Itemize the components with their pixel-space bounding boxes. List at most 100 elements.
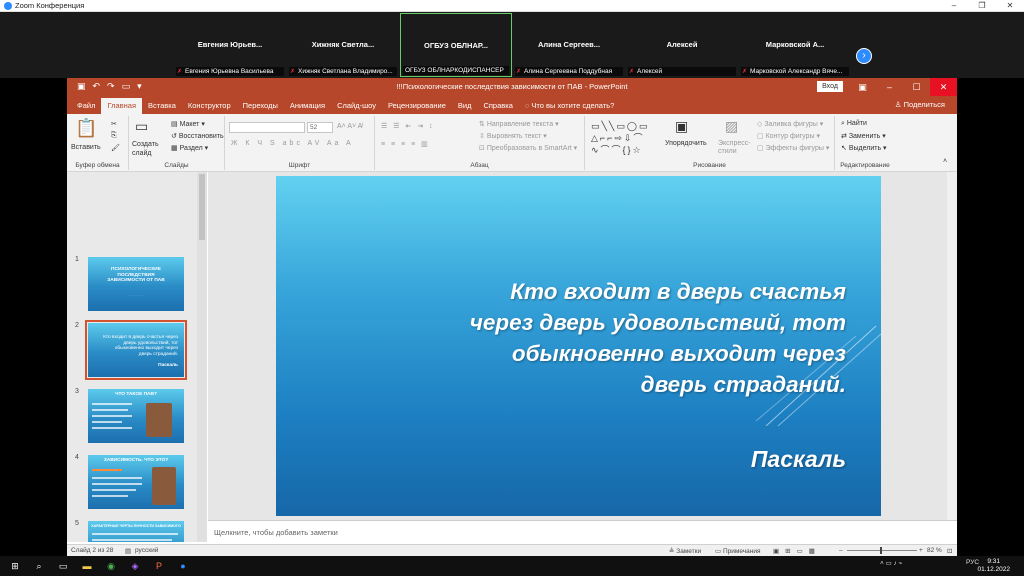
font-grow-shrink-icon[interactable]: A˄ A˅ A̸ [337,123,362,130]
font-size-field[interactable]: 52 [307,122,333,133]
zoom-level[interactable]: 82 % [927,547,942,554]
tell-me-search[interactable]: ◌ Что вы хотите сделать? [519,98,620,114]
chevron-right-icon[interactable]: › [856,48,872,64]
slide-thumbnail[interactable]: ЧТО ТАКОЕ ПАВ? [88,389,184,443]
tab-file[interactable]: Файл [71,98,101,114]
font-style-buttons[interactable]: Ж К Ч S abc AV Aa A [231,140,354,147]
quick-styles-button[interactable]: Экспресс-стили [718,140,758,156]
powerpoint-taskbar-icon[interactable]: P [152,559,166,573]
thumb-text-line [92,409,128,411]
thumb-image [146,403,172,437]
participant-tile[interactable]: Алина Сергеев... Алина Сергеевна Поддубн… [513,13,625,77]
minimize-icon[interactable]: – [876,78,903,96]
align-text-button[interactable]: ⇳ Выровнять текст ▾ [479,132,547,140]
participant-tile[interactable]: Марковской А... Марковской Александр Вяч… [739,13,851,77]
participant-tile[interactable]: Евгения Юрьев... Евгения Юрьевна Василье… [174,13,286,77]
group-label: Редактирование [840,162,890,169]
notes-toggle[interactable]: ≜ Заметки [669,547,701,555]
arrange-button[interactable]: Упорядочить [665,140,707,147]
copy-icon[interactable]: ⎘ [111,132,117,140]
slide-thumbnail[interactable]: ХАРАКТЕРНЫЕ ЧЕРТЫ ЛИЧНОСТИ ЗАВИСИМОГО [88,521,184,542]
slide-thumbnail-selected[interactable]: Кто входит в дверь счастья через дверь у… [85,320,187,380]
align-buttons[interactable]: ≡ ≡ ≡ ≡ ▥ [381,140,430,148]
reset-button[interactable]: ↺ Восстановить [171,132,224,140]
spellcheck-icon[interactable]: ▤ [125,547,131,555]
shapes-gallery[interactable]: ▭╲╲▭◯▭ △⌐⌐⇨⇩⌒ ∿⌒⌒{}☆ [591,120,663,156]
replace-button[interactable]: ⇄ Заменить ▾ [841,132,886,140]
new-slide-icon[interactable]: ▭ [135,118,148,135]
paste-button[interactable]: Вставить [71,144,101,151]
zoom-taskbar-icon[interactable]: ● [176,559,190,573]
cut-icon[interactable]: ✂ [111,120,117,128]
tab-home[interactable]: Главная [101,98,142,114]
tab-help[interactable]: Справка [477,98,518,114]
search-icon[interactable]: ⌕ [32,559,46,573]
close-icon[interactable]: ✕ [930,78,957,96]
participant-tile[interactable]: Хижняк Светла... Хижняк Светлана Владими… [287,13,399,77]
fit-slide-icon[interactable]: ⊡ [947,547,952,555]
arrange-icon[interactable]: ▣ [675,118,688,135]
participant-tile-active-speaker[interactable]: ОГБУЗ ОБЛНАР... ОГБУЗ ОБЛНАРКОДИСПАНСЕР [400,13,512,77]
app-icon[interactable]: ◈ [128,559,142,573]
close-icon[interactable]: ✕ [996,0,1024,12]
font-name-field[interactable] [229,122,305,133]
participant-name: Алина Сергеев... [537,40,601,49]
login-button[interactable]: Вход [817,81,843,92]
tab-review[interactable]: Рецензирование [382,98,452,114]
share-button[interactable]: ♙ Поделиться [895,100,945,109]
section-button[interactable]: ▦ Раздел ▾ [171,144,208,152]
language-status[interactable]: русский [135,547,158,554]
new-slide-button[interactable]: Создать слайд [132,140,159,158]
format-painter-icon[interactable]: 🖌 [111,144,120,152]
find-button[interactable]: ⌕ Найти [841,120,867,128]
select-label: Выделить [848,145,882,152]
zoom-out-icon[interactable]: – [839,547,843,554]
convert-smartart-button[interactable]: ⊡ Преобразовать в SmartArt ▾ [479,144,577,152]
paste-icon[interactable]: 📋 [75,118,97,139]
zoom-slider-handle[interactable] [880,547,882,554]
tab-transitions[interactable]: Переходы [237,98,284,114]
system-clock[interactable]: 9:31 01.12.2022 [977,558,1010,574]
shape-fill-label: Заливка фигуры [764,121,818,128]
notes-label: Заметки [676,548,702,555]
tab-insert[interactable]: Вставка [142,98,182,114]
windows-start-icon[interactable]: ⊞ [8,559,22,573]
thumb-text-line [92,539,172,541]
restore-icon[interactable]: ❐ [968,0,996,12]
ribbon-display-icon[interactable]: ▣ [849,78,876,96]
select-button[interactable]: ↖ Выделить ▾ [841,144,887,152]
editor-scrollbar[interactable] [947,172,957,520]
task-view-icon[interactable]: ▭ [56,559,70,573]
tray-icons[interactable]: ˄ ▭ ♪ ⌁ [880,559,903,567]
tab-view[interactable]: Вид [452,98,478,114]
file-explorer-icon[interactable]: ▬ [80,559,94,573]
maximize-icon[interactable]: ☐ [903,78,930,96]
zoom-slider[interactable] [847,547,917,554]
shape-fill-button[interactable]: ◇ Заливка фигуры ▾ [757,120,823,128]
slides-panel-scrollbar[interactable] [197,172,207,542]
view-buttons[interactable]: ▣⊞▭▦ [773,547,821,555]
status-bar: Слайд 2 из 28 ▤ русский ≜ Заметки ▭ Прим… [67,544,957,556]
tab-slideshow[interactable]: Слайд-шоу [331,98,382,114]
collapse-ribbon-icon[interactable]: ˄ [943,158,947,165]
tab-animations[interactable]: Анимация [284,98,331,114]
chrome-icon[interactable]: ◉ [104,559,118,573]
shape-outline-button[interactable]: ▢ Контур фигуры ▾ [757,132,820,140]
text-direction-button[interactable]: ⇅ Направление текста ▾ [479,120,559,128]
zoom-in-icon[interactable]: + [919,547,923,554]
list-buttons[interactable]: ☰ ☰ ⇤ ⇥ ↕ [381,122,435,130]
slide-thumbnail[interactable]: ПСИХОЛОГИЧЕСКИЕ ПОСЛЕДСТВИЯ ЗАВИСИМОСТИ … [88,257,184,311]
slide-thumbnail[interactable]: ЗАВИСИМОСТЬ. ЧТО ЭТО? [88,455,184,509]
minimize-icon[interactable]: – [940,0,968,12]
current-slide[interactable]: Кто входит в дверь счастья через дверь у… [276,176,881,516]
scrollbar-thumb[interactable] [199,174,205,240]
notes-pane[interactable]: Щелкните, чтобы добавить заметки [208,520,957,544]
participant-label: ОГБУЗ ОБЛНАРКОДИСПАНСЕР [403,66,509,75]
participant-tile[interactable]: Алексей Алексей ✗ [626,13,738,77]
shape-effects-button[interactable]: ▢ Эффекты фигуры ▾ [757,144,829,152]
tab-design[interactable]: Конструктор [182,98,237,114]
comments-toggle[interactable]: ▭ Примечания [715,547,760,555]
group-label: Рисование [693,162,726,169]
layout-button[interactable]: ▤ Макет ▾ [171,120,205,128]
quick-styles-icon[interactable]: ▨ [725,118,738,135]
